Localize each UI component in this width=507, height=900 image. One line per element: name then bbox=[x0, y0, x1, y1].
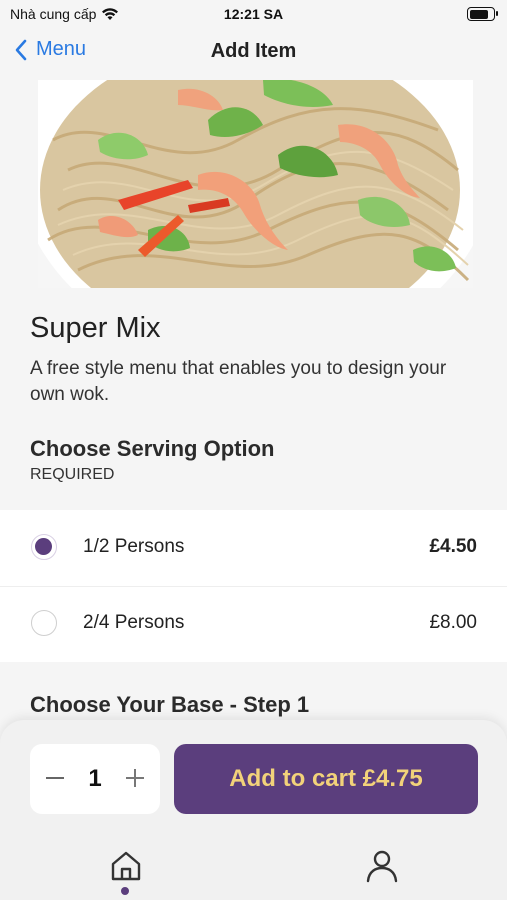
product-description: A free style menu that enables you to de… bbox=[30, 358, 447, 405]
option-price: £4.50 bbox=[429, 536, 477, 557]
tab-profile[interactable] bbox=[362, 846, 402, 886]
option-price: £8.00 bbox=[429, 612, 477, 633]
status-time: 12:21 SA bbox=[223, 6, 284, 22]
active-tab-indicator bbox=[121, 887, 129, 895]
quantity-stepper: 1 bbox=[30, 744, 160, 814]
option-label: 2/4 Persons bbox=[83, 612, 185, 633]
add-to-cart-button[interactable]: Add to cart £4.75 bbox=[174, 744, 478, 814]
radio-selected[interactable] bbox=[31, 534, 57, 560]
status-bar: Nhà cung cấp 12:21 SA bbox=[0, 0, 507, 28]
product-image bbox=[38, 80, 473, 288]
tab-home[interactable] bbox=[106, 846, 146, 886]
cart-bar: 1 Add to cart £4.75 bbox=[0, 720, 507, 900]
increase-quantity-button[interactable] bbox=[124, 766, 146, 788]
battery-level bbox=[469, 9, 488, 19]
radio-unselected[interactable] bbox=[31, 610, 57, 636]
product-name: Super Mix bbox=[30, 312, 161, 344]
serving-section-title: Choose Serving Option bbox=[30, 436, 275, 461]
option-label: 1/2 Persons bbox=[83, 536, 185, 557]
serving-option-1-2-persons[interactable]: 1/2 Persons £4.50 bbox=[0, 510, 507, 586]
navigation-bar: Menu Add Item bbox=[0, 30, 507, 74]
base-section-title: Choose Your Base - Step 1 bbox=[30, 692, 310, 717]
profile-icon bbox=[366, 850, 398, 883]
option-divider bbox=[0, 586, 507, 587]
battery-icon bbox=[467, 7, 498, 21]
home-icon bbox=[111, 851, 141, 881]
serving-option-2-4-persons[interactable]: 2/4 Persons £8.00 bbox=[0, 586, 507, 662]
serving-required-label: REQUIRED bbox=[30, 466, 115, 483]
page-title: Add Item bbox=[210, 40, 297, 62]
